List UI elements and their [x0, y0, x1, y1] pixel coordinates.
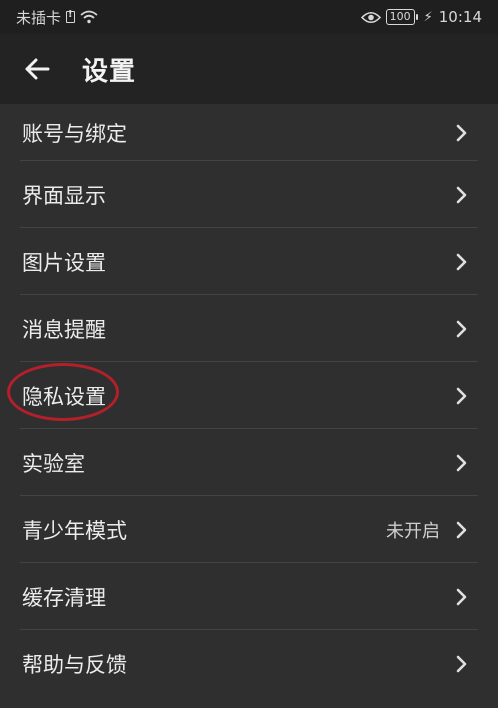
back-button[interactable]: [13, 45, 61, 93]
settings-item-notifications[interactable]: 消息提醒: [0, 295, 498, 362]
charging-icon: ⚡: [423, 9, 433, 25]
settings-item-account-binding[interactable]: 账号与绑定: [0, 104, 498, 161]
status-right: 100 ⚡ 10:14: [360, 8, 482, 26]
settings-item-right: 未开启: [386, 517, 468, 543]
battery-icon: 100: [385, 9, 418, 25]
battery-level: 100: [385, 9, 415, 25]
eye-icon: [360, 11, 381, 23]
carrier-text: 未插卡: [16, 8, 62, 27]
settings-item-lab[interactable]: 实验室: [0, 429, 498, 496]
chevron-right-icon: [456, 655, 467, 672]
arrow-left-icon: [25, 58, 50, 80]
settings-item-right: [456, 387, 468, 405]
settings-item-label: 界面显示: [22, 183, 106, 208]
settings-item-label: 青少年模式: [22, 518, 127, 543]
chevron-right-icon: [456, 320, 467, 337]
settings-item-help-feedback[interactable]: 帮助与反馈: [0, 630, 498, 697]
settings-item-teen-mode[interactable]: 青少年模式 未开启: [0, 496, 498, 563]
settings-item-label: 帮助与反馈: [22, 652, 127, 677]
settings-item-right: [456, 124, 468, 142]
chevron-right-icon: [456, 521, 467, 538]
settings-list: 账号与绑定 界面显示 图片设置 消息提醒 隐私设置 实验室 青少年模式 未开启 …: [0, 104, 498, 697]
chevron-right-icon: [456, 124, 467, 141]
sim-alert-icon: [66, 9, 76, 23]
settings-item-right: [456, 454, 468, 472]
settings-item-right: [456, 320, 468, 338]
settings-item-label: 图片设置: [22, 250, 106, 275]
settings-item-label: 缓存清理: [22, 585, 106, 610]
settings-item-label: 账号与绑定: [22, 121, 127, 146]
chevron-right-icon: [456, 387, 467, 404]
settings-item-label: 实验室: [22, 451, 85, 476]
status-left: 未插卡: [16, 7, 98, 28]
settings-item-right: [456, 655, 468, 673]
settings-item-image[interactable]: 图片设置: [0, 228, 498, 295]
settings-item-display[interactable]: 界面显示: [0, 161, 498, 228]
battery-tip: [415, 14, 418, 20]
chevron-right-icon: [456, 186, 467, 203]
settings-item-cache-clear[interactable]: 缓存清理: [0, 563, 498, 630]
page-title: 设置: [82, 56, 137, 87]
wifi-icon: [80, 10, 98, 24]
clock-time: 10:14: [438, 8, 482, 26]
settings-item-right: [456, 588, 468, 606]
chevron-right-icon: [456, 253, 467, 270]
chevron-right-icon: [456, 588, 467, 605]
teen-mode-status: 未开启: [386, 520, 440, 542]
settings-item-label: 消息提醒: [22, 317, 106, 342]
settings-item-privacy[interactable]: 隐私设置: [0, 362, 498, 429]
status-bar: 未插卡 100 ⚡ 10:14: [0, 0, 498, 34]
settings-item-right: [456, 253, 468, 271]
chevron-right-icon: [456, 454, 467, 471]
settings-item-right: [456, 186, 468, 204]
app-header: 设置: [0, 34, 498, 104]
highlight-circle: [7, 363, 119, 421]
